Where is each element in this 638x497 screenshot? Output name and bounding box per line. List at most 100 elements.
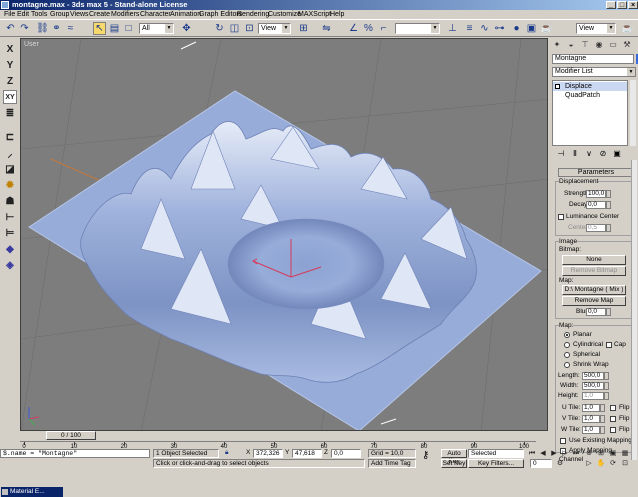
- go-to-end-icon[interactable]: ⏭: [571, 449, 581, 458]
- strength-field[interactable]: 100,0: [586, 190, 606, 198]
- luminance-center-checkbox[interactable]: [558, 214, 564, 220]
- previous-frame-icon[interactable]: ◀: [538, 449, 548, 458]
- restrict-xy-button[interactable]: XY: [3, 90, 17, 104]
- menu-views[interactable]: Views: [70, 10, 89, 19]
- show-end-result-icon[interactable]: Ⅱ: [570, 149, 580, 159]
- angle-snap-icon[interactable]: %: [362, 22, 375, 35]
- menu-edit[interactable]: Edit: [17, 10, 29, 19]
- zoom-extents-all-icon[interactable]: ▦: [620, 449, 630, 458]
- select-and-move-icon[interactable]: ✥: [180, 22, 193, 35]
- reactor-icon[interactable]: ◪: [3, 162, 17, 176]
- w-tile-field[interactable]: 1,0: [582, 426, 600, 434]
- reference-coordinate-dropdown[interactable]: View ▼: [258, 23, 291, 34]
- spherical-radio[interactable]: [564, 352, 570, 358]
- named-selection-dropdown[interactable]: ▼: [395, 23, 440, 34]
- rectangular-selection-icon[interactable]: □: [122, 22, 135, 35]
- time-slider-track[interactable]: 0 / 100: [20, 431, 548, 441]
- cylindrical-radio[interactable]: [564, 342, 570, 348]
- stack-item-quadpatch[interactable]: QuadPatch: [553, 91, 627, 100]
- v-flip-checkbox[interactable]: [610, 416, 616, 422]
- length-spinner[interactable]: [604, 372, 609, 380]
- diamond-icon[interactable]: ◆: [3, 242, 17, 256]
- schematic-view-icon[interactable]: ⊶: [493, 22, 506, 35]
- maximize-button[interactable]: □: [617, 1, 627, 9]
- blur-spinner[interactable]: [606, 308, 611, 316]
- z-coord-field[interactable]: 0,0: [331, 449, 361, 458]
- menu-tools[interactable]: Tools: [31, 10, 47, 19]
- w-flip-checkbox[interactable]: [610, 427, 616, 433]
- pin-stack-icon[interactable]: ⊣: [556, 149, 566, 159]
- stack-item-displace[interactable]: Displace: [553, 82, 627, 91]
- arc-rotate-icon[interactable]: ⟳: [608, 459, 618, 468]
- key-filters-button[interactable]: Key Filters...: [468, 459, 524, 468]
- decay-field[interactable]: 0,0: [586, 201, 606, 209]
- field-of-view-icon[interactable]: ▷: [584, 459, 594, 468]
- auto-key-button[interactable]: Auto Key: [441, 449, 467, 465]
- render-effects-icon[interactable]: ◈: [3, 258, 17, 272]
- taskbar-material-editor[interactable]: Material E...: [1, 487, 63, 497]
- v-tile-field[interactable]: 1,0: [582, 415, 600, 423]
- lock-selection-icon[interactable]: 🔒︎: [225, 449, 228, 457]
- y-coord-field[interactable]: 47,618: [292, 449, 322, 458]
- decay-spinner[interactable]: [606, 201, 611, 209]
- layer-manager-icon[interactable]: ≡: [463, 22, 476, 35]
- menu-rendering[interactable]: Rendering: [237, 10, 269, 19]
- u-tile-spinner[interactable]: [600, 404, 605, 412]
- remove-map-button[interactable]: Remove Map: [562, 296, 626, 306]
- cap-checkbox[interactable]: [606, 342, 612, 348]
- w-tile-spinner[interactable]: [600, 426, 605, 434]
- pan-icon[interactable]: ✋: [596, 459, 606, 468]
- play-icon[interactable]: ▶: [549, 449, 559, 458]
- menu-modifiers[interactable]: Modifiers: [111, 10, 139, 19]
- motion-tab-icon[interactable]: ◉: [594, 40, 604, 50]
- menu-group[interactable]: Group: [50, 10, 69, 19]
- perspective-viewport[interactable]: User: [20, 38, 548, 431]
- center-spinner[interactable]: [606, 224, 611, 232]
- u-tile-field[interactable]: 1,0: [582, 404, 600, 412]
- remove-modifier-icon[interactable]: ⊘: [598, 149, 608, 159]
- undo-icon[interactable]: ↶: [4, 22, 17, 35]
- select-object-icon[interactable]: ↖: [93, 22, 106, 35]
- display-tab-icon[interactable]: ▭: [608, 40, 618, 50]
- command-panel-scrollbar[interactable]: [631, 160, 637, 460]
- map-button[interactable]: D:\ Montagne ( Mix ): [562, 285, 626, 295]
- selection-filter-dropdown[interactable]: All ▼: [139, 23, 174, 34]
- utilities-tab-icon[interactable]: ⚒: [622, 40, 632, 50]
- object-name-field[interactable]: Montagne: [552, 54, 634, 64]
- viewport-label[interactable]: User: [24, 41, 39, 48]
- render-scene-icon[interactable]: ▣: [525, 22, 538, 35]
- bulb-icon[interactable]: [555, 84, 560, 89]
- menu-customize[interactable]: Customize: [268, 10, 301, 19]
- time-slider[interactable]: 0 / 100: [46, 431, 96, 440]
- select-and-rotate-icon[interactable]: ↻: [213, 22, 226, 35]
- render-last-icon[interactable]: ☕: [621, 22, 634, 35]
- configure-sets-icon[interactable]: ▣: [612, 149, 622, 159]
- align-icon[interactable]: ⊥: [446, 22, 459, 35]
- strength-spinner[interactable]: [606, 190, 611, 198]
- bitmap-button[interactable]: None: [562, 255, 626, 265]
- hierarchy-tab-icon[interactable]: ⊤: [580, 40, 590, 50]
- current-frame-field[interactable]: 0: [530, 459, 552, 468]
- track-bar[interactable]: 0 10 20 30 40 50 60 70 80 90 100: [20, 441, 536, 450]
- select-link-icon[interactable]: ⛓: [36, 22, 49, 35]
- key-mode-dropdown[interactable]: Selected: [468, 449, 524, 458]
- minimize-button[interactable]: _: [606, 1, 616, 9]
- width-field[interactable]: 500,0: [582, 382, 604, 390]
- menu-maxscript[interactable]: MAXScript: [298, 10, 331, 19]
- blur-field[interactable]: 0,0: [586, 308, 606, 316]
- center-field[interactable]: 0,5: [586, 224, 606, 232]
- scale-icon[interactable]: ⊡: [243, 22, 256, 35]
- next-frame-icon[interactable]: ▷: [560, 449, 570, 458]
- percent-snap-icon[interactable]: ⌐: [377, 22, 390, 35]
- parameters-rollout-header[interactable]: Parameters: [558, 168, 634, 177]
- maximize-viewport-icon[interactable]: ⊡: [620, 459, 630, 468]
- restrict-z-button[interactable]: Z: [3, 74, 17, 88]
- zoom-all-icon[interactable]: ⊞: [596, 449, 606, 458]
- add-time-tag[interactable]: Add Time Tag: [368, 459, 416, 468]
- shrink-wrap-radio[interactable]: [564, 362, 570, 368]
- u-flip-checkbox[interactable]: [610, 405, 616, 411]
- animation-tools-icon[interactable]: ☗: [3, 194, 17, 208]
- quick-render-icon[interactable]: ☕: [540, 22, 553, 35]
- modifier-list-dropdown[interactable]: Modifier List ▼: [552, 67, 636, 77]
- bind-space-warp-icon[interactable]: ≈: [64, 22, 77, 35]
